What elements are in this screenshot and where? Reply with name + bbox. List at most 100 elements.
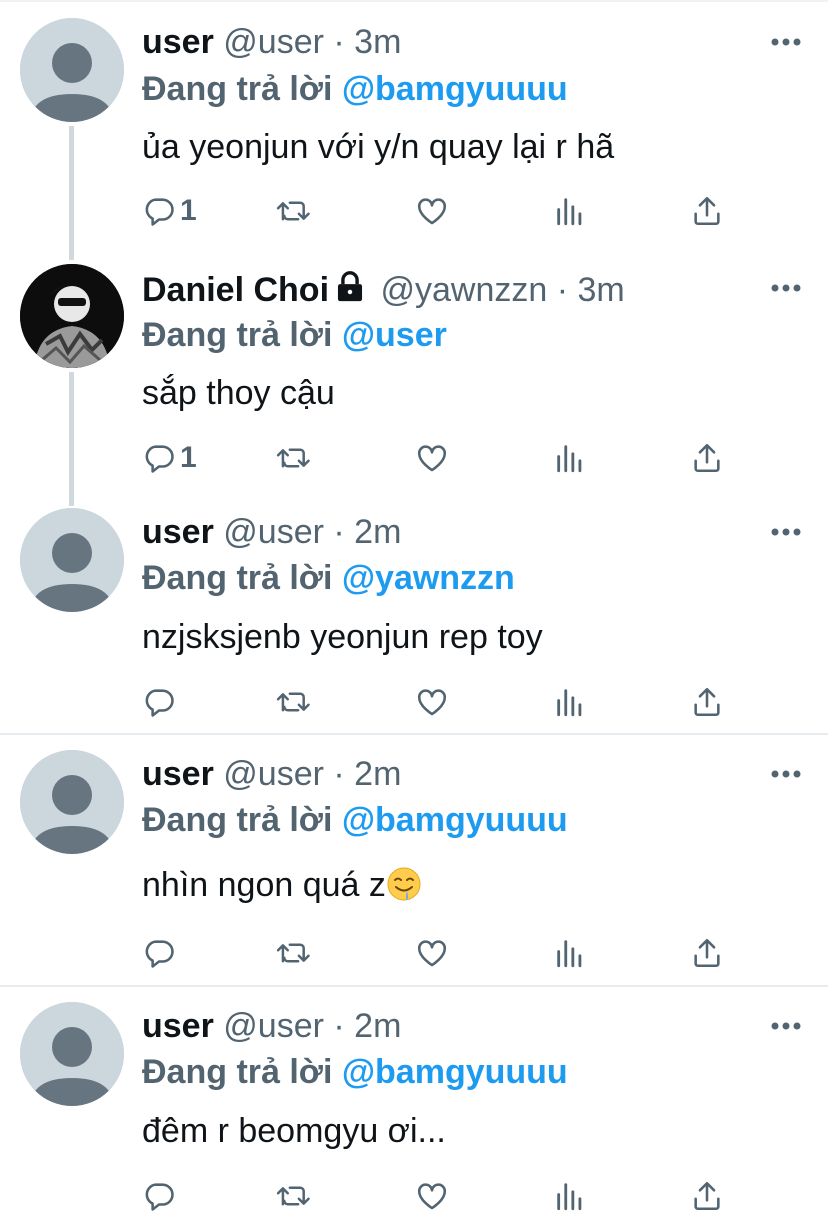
replying-prefix: Đang trả lời	[142, 70, 333, 108]
author-handle[interactable]: @user	[223, 23, 324, 61]
more-icon[interactable]	[770, 36, 802, 48]
tweet-header: user @user · 3m	[142, 22, 401, 62]
like-button[interactable]	[414, 933, 450, 973]
like-button[interactable]	[414, 1176, 450, 1216]
separator: ·	[333, 23, 345, 61]
author-handle[interactable]: @user	[223, 1007, 324, 1045]
share-button[interactable]	[690, 191, 724, 231]
avatar[interactable]	[20, 18, 124, 122]
more-icon[interactable]	[770, 1020, 802, 1032]
tweet-text: sắp thoy cậu	[142, 374, 335, 412]
avatar[interactable]	[20, 264, 124, 368]
avatar[interactable]	[20, 508, 124, 612]
retweet-button[interactable]	[276, 682, 312, 722]
reply-button[interactable]	[142, 682, 176, 722]
author-name[interactable]: user	[142, 513, 214, 551]
views-button[interactable]	[553, 191, 587, 231]
share-button[interactable]	[690, 438, 724, 478]
reply-button[interactable]: 1	[142, 438, 197, 478]
tweet[interactable]: user @user · 2m Đang trả lời @yawnzzn nz…	[0, 496, 828, 734]
views-button[interactable]	[553, 438, 587, 478]
author-handle[interactable]: @yawnzzn	[380, 271, 547, 309]
share-icon	[694, 443, 720, 473]
share-icon	[694, 687, 720, 717]
timestamp[interactable]: 3m	[578, 271, 625, 309]
like-icon	[417, 940, 447, 967]
replying-to: Đang trả lời @bamgyuuuu	[142, 800, 568, 840]
separator: ·	[556, 271, 569, 309]
views-button[interactable]	[553, 933, 587, 973]
tweet-text: ủa yeonjun với y/n quay lại r hã	[142, 128, 615, 166]
separator: ·	[333, 755, 345, 793]
retweet-button[interactable]	[276, 191, 312, 231]
timestamp[interactable]: 2m	[354, 1007, 401, 1045]
author-name[interactable]: user	[142, 755, 214, 793]
lock-icon	[337, 271, 363, 302]
timestamp[interactable]: 2m	[354, 755, 401, 793]
tweet[interactable]: user @user · 3m Đang trả lời @bamgyuuuu …	[0, 0, 828, 250]
tweet[interactable]: user @user · 2m Đang trả lời @bamgyuuuu …	[0, 735, 828, 985]
tweet[interactable]: user @user · 2m Đang trả lời @bamgyuuuu …	[0, 987, 828, 1225]
tweet[interactable]: Daniel Choi @yawnzzn · 3m Đang trả lời @…	[0, 250, 828, 496]
views-icon	[557, 198, 582, 226]
author-handle[interactable]: @user	[223, 513, 324, 551]
avatar[interactable]	[20, 1002, 124, 1106]
replying-to: Đang trả lời @user	[142, 315, 447, 355]
default-avatar-icon	[20, 1002, 124, 1106]
tweet-text-content: nhìn ngon quá z	[142, 866, 386, 904]
views-icon	[557, 689, 582, 717]
author-handle[interactable]: @user	[223, 755, 324, 793]
share-button[interactable]	[690, 682, 724, 722]
default-avatar-icon	[20, 18, 124, 122]
tweet-text: nzjsksjenb yeonjun rep toy	[142, 618, 543, 656]
retweet-button[interactable]	[276, 1176, 312, 1216]
views-icon	[557, 1183, 582, 1211]
tweet-header: user @user · 2m	[142, 512, 401, 552]
like-button[interactable]	[414, 438, 450, 478]
replying-to: Đang trả lời @bamgyuuuu	[142, 1052, 568, 1092]
avatar[interactable]	[20, 750, 124, 854]
mention-link[interactable]: @bamgyuuuu	[342, 70, 568, 108]
retweet-icon	[276, 692, 310, 712]
like-icon	[417, 689, 447, 716]
separator: ·	[333, 1007, 345, 1045]
tweet-text: nhìn ngon quá z	[142, 865, 422, 905]
reply-icon	[145, 198, 174, 226]
share-button[interactable]	[690, 1176, 724, 1216]
reply-button[interactable]	[142, 1176, 176, 1216]
mention-link[interactable]: @bamgyuuuu	[342, 801, 568, 839]
author-name[interactable]: Daniel Choi	[142, 271, 329, 309]
drooling-face-icon	[387, 867, 421, 901]
views-button[interactable]	[553, 1176, 587, 1216]
like-button[interactable]	[414, 682, 450, 722]
replying-prefix: Đang trả lời	[142, 316, 333, 354]
like-button[interactable]	[414, 191, 450, 231]
retweet-icon	[276, 201, 310, 221]
retweet-button[interactable]	[276, 933, 312, 973]
share-button[interactable]	[690, 933, 724, 973]
like-icon	[417, 445, 447, 472]
timestamp[interactable]: 2m	[354, 513, 401, 551]
author-name[interactable]: user	[142, 1007, 214, 1045]
author-name[interactable]: user	[142, 23, 214, 61]
mention-link[interactable]: @bamgyuuuu	[342, 1053, 568, 1091]
more-icon[interactable]	[770, 282, 802, 294]
mention-link[interactable]: @yawnzzn	[342, 559, 515, 597]
mention-link[interactable]: @user	[342, 316, 447, 354]
share-icon	[694, 1181, 720, 1211]
more-icon[interactable]	[770, 768, 802, 780]
views-button[interactable]	[553, 682, 587, 722]
timestamp[interactable]: 3m	[354, 23, 401, 61]
profile-photo	[20, 264, 124, 368]
views-icon	[557, 445, 582, 473]
replying-to: Đang trả lời @yawnzzn	[142, 558, 515, 598]
retweet-button[interactable]	[276, 438, 312, 478]
reply-button[interactable]: 1	[142, 191, 197, 231]
reply-icon	[145, 445, 174, 473]
separator: ·	[333, 513, 345, 551]
replying-to: Đang trả lời @bamgyuuuu	[142, 69, 568, 109]
tweet-header: user @user · 2m	[142, 1006, 401, 1046]
more-icon[interactable]	[770, 526, 802, 538]
tweet-text: đêm r beomgyu ơi...	[142, 1112, 446, 1150]
reply-button[interactable]	[142, 933, 176, 973]
